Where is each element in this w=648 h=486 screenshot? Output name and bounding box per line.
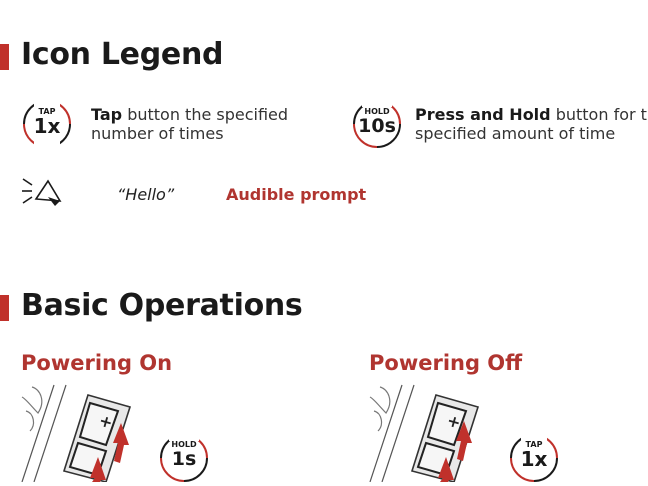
tap-desc-line2: number of times: [91, 124, 224, 143]
section-marker: [0, 295, 9, 321]
tap-bold-label: Tap: [91, 105, 123, 124]
basic-operations-title: Basic Operations: [21, 288, 303, 323]
tap-badge-main: 1x: [33, 114, 61, 138]
device-illustration: +: [366, 383, 486, 483]
tap-desc-line1: button the specified: [122, 105, 289, 124]
hello-prompt-text: “Hello”: [117, 185, 175, 204]
hold-1s-badge-icon: HOLD 1s: [157, 431, 211, 485]
tap-description: Tap button the specified number of times: [91, 105, 288, 143]
tap-badge-icon: TAP 1x: [20, 97, 74, 151]
hold-1s-badge-main: 1s: [171, 448, 197, 470]
hold-desc-line1: button for th: [550, 105, 648, 124]
tap-1x-badge-icon: TAP 1x: [507, 431, 561, 485]
powering-on-title: Powering On: [21, 351, 173, 375]
tap-1x-badge-main: 1x: [520, 447, 548, 471]
speaker-icon: [22, 173, 64, 209]
section-marker: [0, 44, 9, 70]
hold-badge-icon: HOLD 10s: [350, 97, 404, 151]
device-illustration: +: [18, 383, 138, 483]
icon-legend-title: Icon Legend: [21, 37, 224, 72]
hold-bold-label: Press and Hold: [415, 105, 551, 124]
hold-badge-main: 10s: [358, 115, 396, 137]
hold-description: Press and Hold button for th specified a…: [415, 105, 648, 143]
powering-off-title: Powering Off: [369, 351, 523, 375]
audible-prompt-label: Audible prompt: [226, 185, 367, 204]
hold-desc-line2: specified amount of time: [415, 124, 616, 143]
